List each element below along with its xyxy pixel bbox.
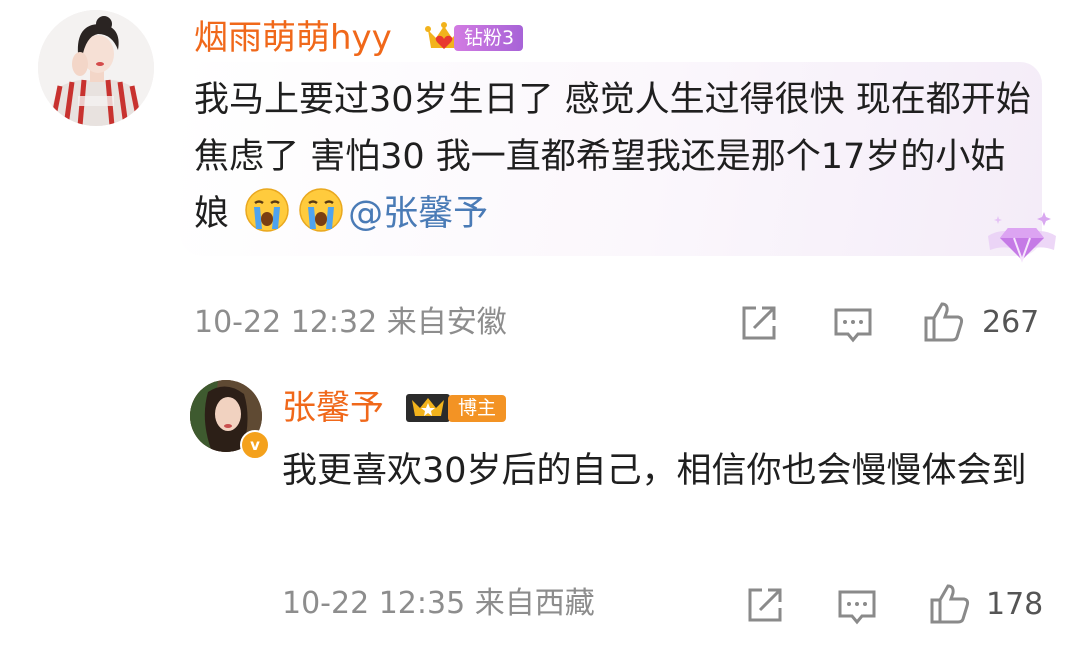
reply-location: 来自西藏 [474, 586, 595, 621]
crying-face-icon [299, 188, 343, 232]
like-count: 267 [982, 305, 1040, 340]
comment-time: 10-22 12:32 [194, 305, 378, 340]
like-thumb-icon[interactable] [922, 300, 964, 342]
like-count: 178 [986, 587, 1044, 622]
verified-badge: v [240, 430, 270, 460]
commenter-avatar-illustration [38, 10, 154, 126]
reply-comment-icon[interactable] [832, 304, 874, 346]
like-thumb-icon[interactable] [928, 582, 970, 624]
mention-link[interactable]: @张馨予 [348, 194, 488, 234]
comment-location: 来自安徽 [386, 305, 507, 340]
crying-face-icon [245, 188, 289, 232]
share-icon[interactable] [738, 302, 780, 344]
crown-icon [406, 394, 450, 422]
author-username[interactable]: 张馨予 [282, 384, 384, 432]
host-badge-label: 博主 [448, 395, 507, 422]
commenter-username[interactable]: 烟雨萌萌hyy [194, 14, 392, 62]
fan-level-badge[interactable]: 钻粉3 [424, 20, 528, 56]
diamond-decoration-icon [988, 212, 1056, 263]
share-icon[interactable] [744, 584, 786, 626]
fan-level-label: 钻粉3 [454, 25, 524, 51]
reply-text: 我更喜欢30岁后的自己，相信你也会慢慢体会到 [282, 451, 1027, 491]
reply-time: 10-22 12:35 [282, 586, 466, 621]
commenter-avatar[interactable] [38, 10, 154, 126]
host-badge[interactable]: 博主 [404, 390, 514, 426]
reply-comment-icon[interactable] [836, 586, 878, 628]
comment-meta: 10-22 12:32 来自安徽 [194, 302, 507, 344]
comment-text: 我马上要过30岁生日了 感觉人生过得很快 现在都开始焦虑了 害怕30 我一直都希… [194, 72, 1034, 243]
reply-meta: 10-22 12:35 来自西藏 [282, 583, 595, 625]
